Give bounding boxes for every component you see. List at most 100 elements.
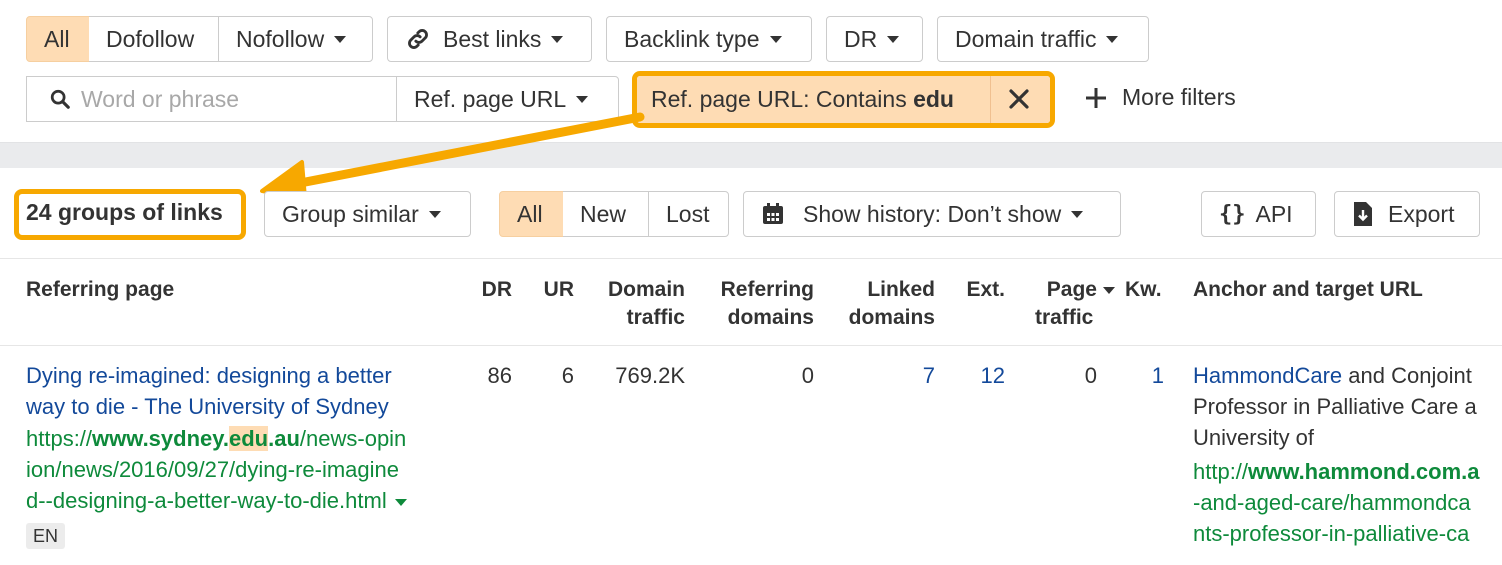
url-path: /news-opin xyxy=(299,426,407,451)
chevron-down-icon xyxy=(887,35,900,43)
table-header-border xyxy=(0,345,1502,346)
header-line: domains xyxy=(727,306,814,329)
download-file-icon xyxy=(1352,201,1374,227)
domain-traffic-label: Domain traffic xyxy=(955,25,1097,52)
url-match-highlight: edu xyxy=(228,426,269,451)
cell-ur: 6 xyxy=(561,363,574,388)
active-filter-label: Ref. page URL: Contains edu xyxy=(637,86,954,113)
api-button[interactable]: {} API xyxy=(1201,191,1316,237)
target-url-scheme: http:// xyxy=(1193,459,1249,484)
chevron-down-icon xyxy=(551,35,564,43)
column-header-kw[interactable]: Kw. xyxy=(1125,276,1162,304)
column-header-ext[interactable]: Ext. xyxy=(955,276,1005,304)
column-header-ur[interactable]: UR xyxy=(530,276,574,304)
follow-filter-dofollow-label: Dofollow xyxy=(106,25,195,52)
status-filter-new[interactable]: New xyxy=(563,191,649,237)
chip-divider xyxy=(990,76,991,123)
braces-icon: {} xyxy=(1219,201,1246,227)
chevron-down-icon xyxy=(428,210,441,218)
api-label: API xyxy=(1255,200,1293,227)
url-scheme: https:// xyxy=(26,426,93,451)
dr-dropdown[interactable]: DR xyxy=(826,16,923,62)
status-filter-lost-label: Lost xyxy=(666,200,710,227)
title-line: Dying re-imagined: designing a better xyxy=(26,363,392,388)
title-line: way to die - The University of Sydney xyxy=(26,394,389,419)
status-filter-lost[interactable]: Lost xyxy=(648,191,729,237)
cell-page-traffic: 0 xyxy=(1084,363,1097,388)
section-divider xyxy=(0,142,1502,168)
follow-filter-nofollow[interactable]: Nofollow xyxy=(218,16,373,62)
status-filter-all-label: All xyxy=(517,200,543,227)
url-host: .au xyxy=(268,426,300,451)
show-history-dropdown[interactable]: Show history: Don’t show xyxy=(743,191,1121,237)
referring-page-title[interactable]: Dying re-imagined: designing a better wa… xyxy=(26,360,466,422)
best-links-dropdown[interactable]: Best links xyxy=(387,16,592,62)
column-header-anchor[interactable]: Anchor and target URL xyxy=(1193,276,1423,304)
chevron-down-icon xyxy=(769,35,782,43)
header-line: Domain xyxy=(607,278,685,301)
target-url[interactable]: http://www.hammond.com.a -and-aged-care/… xyxy=(1193,456,1502,549)
anchor-link[interactable]: HammondCare xyxy=(1193,363,1342,388)
cell-dr: 86 xyxy=(487,363,512,388)
anchor-text: Professor in Palliative Care a xyxy=(1193,394,1477,419)
cell-linked-domains[interactable]: 7 xyxy=(830,360,935,391)
backlink-type-dropdown[interactable]: Backlink type xyxy=(606,16,812,62)
calendar-icon xyxy=(761,202,785,226)
more-filters-button[interactable]: More filters xyxy=(1084,84,1236,111)
url-menu-caret-icon[interactable] xyxy=(394,498,407,506)
group-similar-dropdown[interactable]: Group similar xyxy=(264,191,471,237)
chevron-down-icon xyxy=(1106,35,1119,43)
chevron-down-icon xyxy=(334,35,347,43)
plus-icon xyxy=(1084,86,1108,110)
search-placeholder: Word or phrase xyxy=(81,85,240,112)
backlink-type-label: Backlink type xyxy=(624,25,760,52)
column-header-domain-traffic[interactable]: Domain traffic xyxy=(590,276,685,332)
close-icon[interactable] xyxy=(1007,87,1031,117)
cell-referring-domains: 0 xyxy=(801,363,814,388)
chevron-down-icon xyxy=(1071,210,1084,218)
search-scope-dropdown[interactable]: Ref. page URL xyxy=(396,76,619,122)
header-line: traffic xyxy=(1035,306,1094,329)
search-scope-label: Ref. page URL xyxy=(414,85,567,112)
dr-label: DR xyxy=(844,25,878,52)
column-header-page-traffic[interactable]: Page traffic xyxy=(1035,276,1115,332)
target-url-host: www.hammond.com.a xyxy=(1248,459,1480,484)
header-line: traffic xyxy=(626,306,685,329)
follow-filter-nofollow-label: Nofollow xyxy=(236,25,325,52)
cell-domain-traffic: 769.2K xyxy=(615,363,685,388)
column-header-linked-domains[interactable]: Linked domains xyxy=(830,276,935,332)
export-button[interactable]: Export xyxy=(1334,191,1480,237)
table-top-border xyxy=(0,258,1502,259)
url-path: ion/news/2016/09/27/dying-re-imagine xyxy=(26,457,400,482)
url-path: d--designing-a-better-way-to-die.html xyxy=(26,488,387,513)
target-url-path: -and-aged-care/hammondca xyxy=(1193,490,1471,515)
sort-desc-icon xyxy=(1103,287,1115,294)
link-icon xyxy=(405,26,431,52)
cell-kw[interactable]: 1 xyxy=(1125,360,1164,391)
column-header-referring-domains[interactable]: Referring domains xyxy=(700,276,814,332)
follow-filter-all[interactable]: All xyxy=(26,16,90,62)
column-header-dr[interactable]: DR xyxy=(470,276,512,304)
search-input[interactable]: Word or phrase xyxy=(26,76,397,122)
language-badge: EN xyxy=(26,523,66,549)
header-line: domains xyxy=(848,306,935,329)
chevron-down-icon xyxy=(576,95,589,103)
status-filter-all[interactable]: All xyxy=(499,191,564,237)
cell-ext[interactable]: 12 xyxy=(955,360,1005,391)
header-line: Referring xyxy=(720,278,814,301)
url-host: www.sydney. xyxy=(92,426,229,451)
header-line: Page xyxy=(1046,278,1097,301)
results-count: 24 groups of links xyxy=(26,199,223,225)
active-filter-keyword: edu xyxy=(913,86,954,112)
show-history-label: Show history: Don’t show xyxy=(803,200,1062,227)
best-links-label: Best links xyxy=(443,25,542,52)
active-filter-chip[interactable]: Ref. page URL: Contains edu xyxy=(637,76,1050,123)
cell-anchor: HammondCare and Conjoint Professor in Pa… xyxy=(1193,360,1502,549)
referring-page-url[interactable]: https://www.sydney.edu.au/news-opin ion/… xyxy=(26,423,466,516)
domain-traffic-dropdown[interactable]: Domain traffic xyxy=(937,16,1149,62)
column-header-referring-page[interactable]: Referring page xyxy=(26,276,174,304)
active-filter-prefix: Ref. page URL: Contains xyxy=(651,86,914,112)
follow-filter-dofollow[interactable]: Dofollow xyxy=(89,16,220,62)
status-filter-new-label: New xyxy=(580,200,627,227)
header-line: Linked xyxy=(867,278,935,301)
